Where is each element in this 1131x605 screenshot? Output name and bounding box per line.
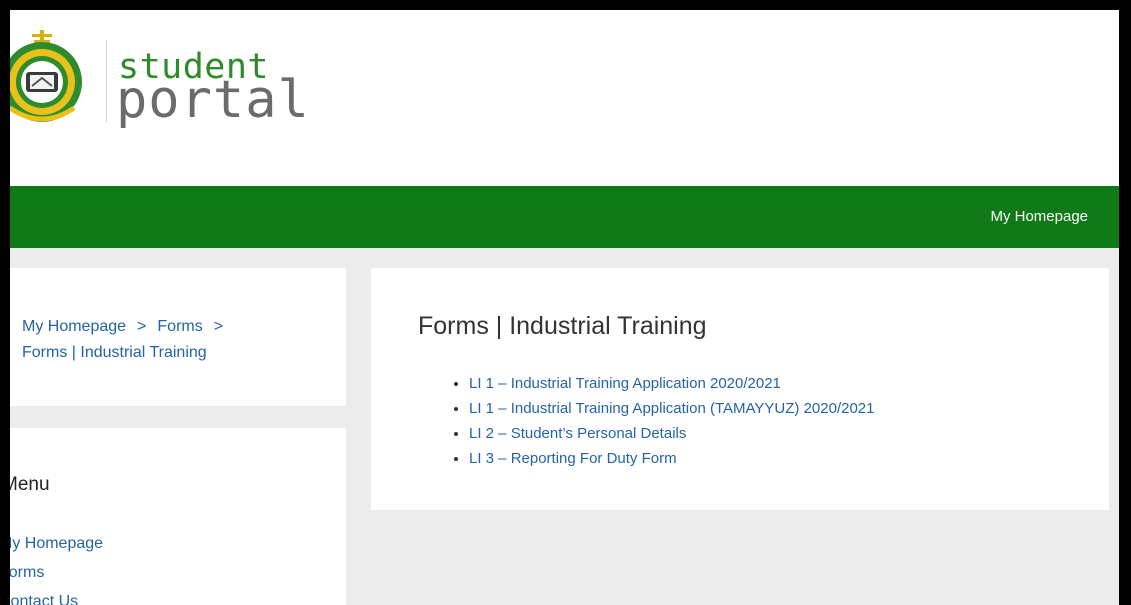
forms-link-list: LI 1 – Industrial Training Application 2…: [469, 371, 875, 471]
page-title: Forms | Industrial Training: [418, 312, 707, 340]
form-link-li2-personal-details[interactable]: LI 2 – Student’s Personal Details: [469, 425, 686, 442]
logo-text-portal: portal: [116, 70, 310, 130]
list-item: LI 1 – Industrial Training Application 2…: [469, 371, 875, 396]
form-link-li1-application[interactable]: LI 1 – Industrial Training Application 2…: [469, 375, 781, 392]
menu-contact-us-link[interactable]: Contact Us: [10, 593, 78, 605]
top-navbar: My Homepage: [10, 186, 1119, 248]
nav-my-homepage-link[interactable]: My Homepage: [990, 208, 1088, 225]
breadcrumb: My Homepage > Forms > Forms | Industrial Tr…: [22, 314, 322, 366]
breadcrumb-separator: >: [213, 318, 224, 335]
list-item: LI 3 – Reporting For Duty Form: [469, 446, 875, 471]
list-item: LI 2 – Student’s Personal Details: [469, 421, 875, 446]
breadcrumb-separator: >: [137, 318, 147, 335]
list-item: LI 1 – Industrial Training Application (…: [469, 396, 875, 421]
breadcrumb-panel: My Homepage > Forms > Forms | Industrial Tr…: [10, 268, 346, 406]
menu-item: My Homepage: [10, 529, 103, 558]
browser-viewport: student portal My Homepage My Homepage > F…: [10, 10, 1119, 605]
menu-heading: Menu: [10, 474, 50, 495]
menu-item: Contact Us: [10, 587, 103, 605]
menu-panel: Menu My Homepage Forms Contact Us: [10, 428, 346, 605]
menu-my-homepage-link[interactable]: My Homepage: [10, 535, 103, 552]
menu-forms-link[interactable]: Forms: [10, 564, 44, 581]
breadcrumb-my-homepage[interactable]: My Homepage: [22, 318, 126, 335]
menu-list: My Homepage Forms Contact Us: [10, 529, 103, 605]
breadcrumb-forms[interactable]: Forms: [157, 318, 202, 335]
form-link-li1-tamayyuz[interactable]: LI 1 – Industrial Training Application (…: [469, 400, 875, 417]
form-link-li3-reporting[interactable]: LI 3 – Reporting For Duty Form: [469, 450, 677, 467]
site-header: student portal: [10, 10, 1119, 186]
university-seal-icon: [10, 30, 82, 122]
main-content-panel: Forms | Industrial Training LI 1 – Indus…: [371, 268, 1109, 510]
logo-divider: [106, 40, 107, 122]
breadcrumb-current-page[interactable]: Forms | Industrial Training: [22, 344, 207, 361]
menu-item: Forms: [10, 558, 103, 587]
